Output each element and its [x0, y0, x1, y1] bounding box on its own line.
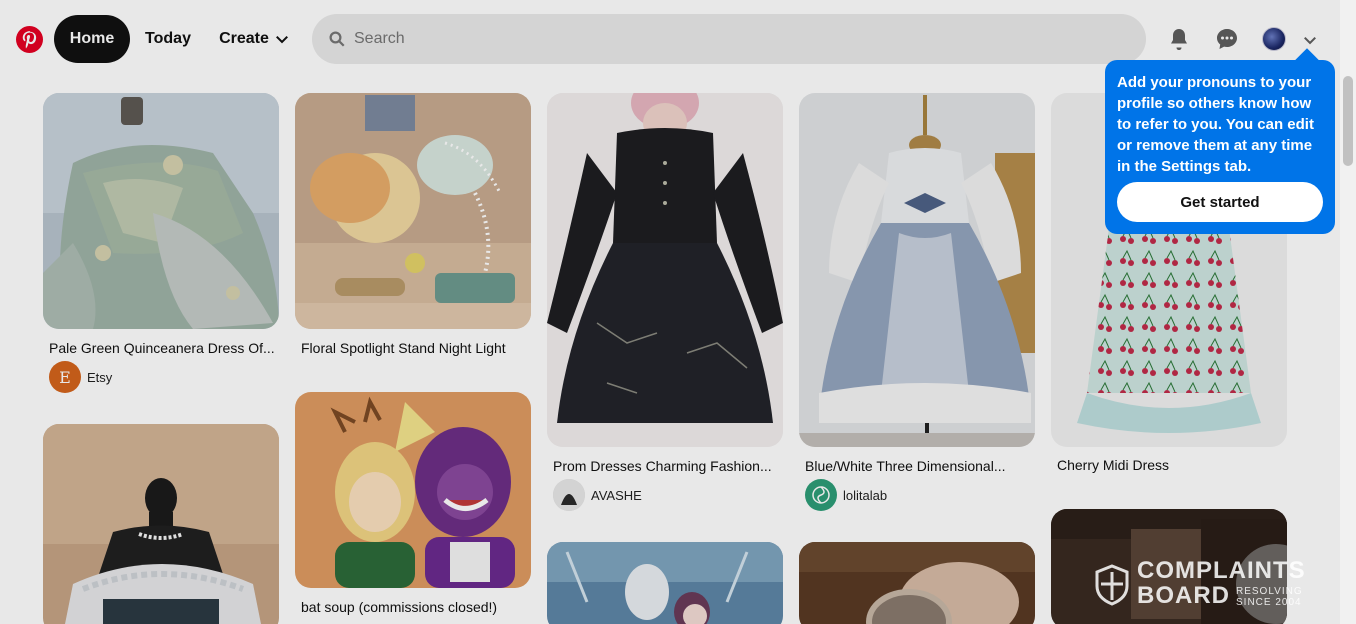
- get-started-button[interactable]: Get started: [1117, 182, 1323, 222]
- pin-title[interactable]: bat soup (commissions closed!): [301, 599, 527, 615]
- pin-image-lace-dress-mannequin[interactable]: [43, 424, 279, 624]
- pin-image-lolita-dress[interactable]: [799, 93, 1035, 447]
- watermark-tagline1: RESOLVING: [1236, 586, 1303, 597]
- chevron-down-icon: [275, 35, 288, 44]
- search-icon: [329, 31, 345, 47]
- nav-today-button[interactable]: Today: [134, 15, 202, 63]
- avashe-avatar: [553, 479, 585, 511]
- pin-image-anime-illustration[interactable]: [547, 542, 783, 624]
- shield-logo-icon: [1095, 564, 1129, 606]
- pinterest-logo-icon[interactable]: [16, 26, 43, 53]
- watermark-line1: COMPLAINTS: [1137, 557, 1306, 584]
- account-menu-chevron-icon[interactable]: [1300, 30, 1320, 50]
- pin-image-night-light[interactable]: [295, 93, 531, 329]
- pin-source[interactable]: lolitalab: [805, 479, 887, 511]
- pin-image-bat-soup-art[interactable]: [295, 392, 531, 588]
- pronouns-tooltip: Add your pronouns to your profile so oth…: [1105, 60, 1335, 234]
- complaints-board-watermark: COMPLAINTS BOARD RESOLVING SINCE 2004: [1095, 557, 1306, 610]
- pin-title[interactable]: Floral Spotlight Stand Night Light: [301, 340, 527, 356]
- pin-image-mirror-photo[interactable]: [799, 542, 1035, 624]
- pin-title[interactable]: Prom Dresses Charming Fashion...: [553, 458, 779, 474]
- lolitalab-avatar: [805, 479, 837, 511]
- watermark-tagline2: SINCE 2004: [1236, 597, 1302, 608]
- search-bar[interactable]: [312, 14, 1146, 64]
- pin-source-name: AVASHE: [591, 487, 642, 503]
- notifications-bell-icon[interactable]: [1164, 24, 1194, 54]
- pin-image-green-quinceanera-dress[interactable]: [43, 93, 279, 329]
- pin-source[interactable]: AVASHE: [553, 479, 642, 511]
- watermark-line2: BOARD: [1137, 582, 1230, 609]
- user-avatar[interactable]: [1262, 27, 1286, 51]
- pin-title[interactable]: Blue/White Three Dimensional...: [805, 458, 1031, 474]
- nav-create-button[interactable]: Create: [208, 15, 300, 63]
- pin-title[interactable]: Pale Green Quinceanera Dress Of...: [49, 340, 275, 356]
- nav-create-label: Create: [219, 30, 269, 47]
- pin-image-black-prom-dress[interactable]: [547, 93, 783, 447]
- pin-title[interactable]: Cherry Midi Dress: [1057, 457, 1283, 473]
- nav-home-button[interactable]: Home: [54, 15, 130, 63]
- pin-source-name: lolitalab: [843, 487, 888, 503]
- etsy-avatar: E: [49, 361, 81, 393]
- search-input[interactable]: [354, 30, 1114, 48]
- pin-source[interactable]: E Etsy: [49, 361, 112, 393]
- pin-source-name: Etsy: [87, 369, 113, 385]
- scrollbar-thumb[interactable]: [1343, 76, 1353, 166]
- tooltip-text: Add your pronouns to your profile so oth…: [1117, 74, 1314, 175]
- messages-chat-icon[interactable]: [1212, 24, 1242, 54]
